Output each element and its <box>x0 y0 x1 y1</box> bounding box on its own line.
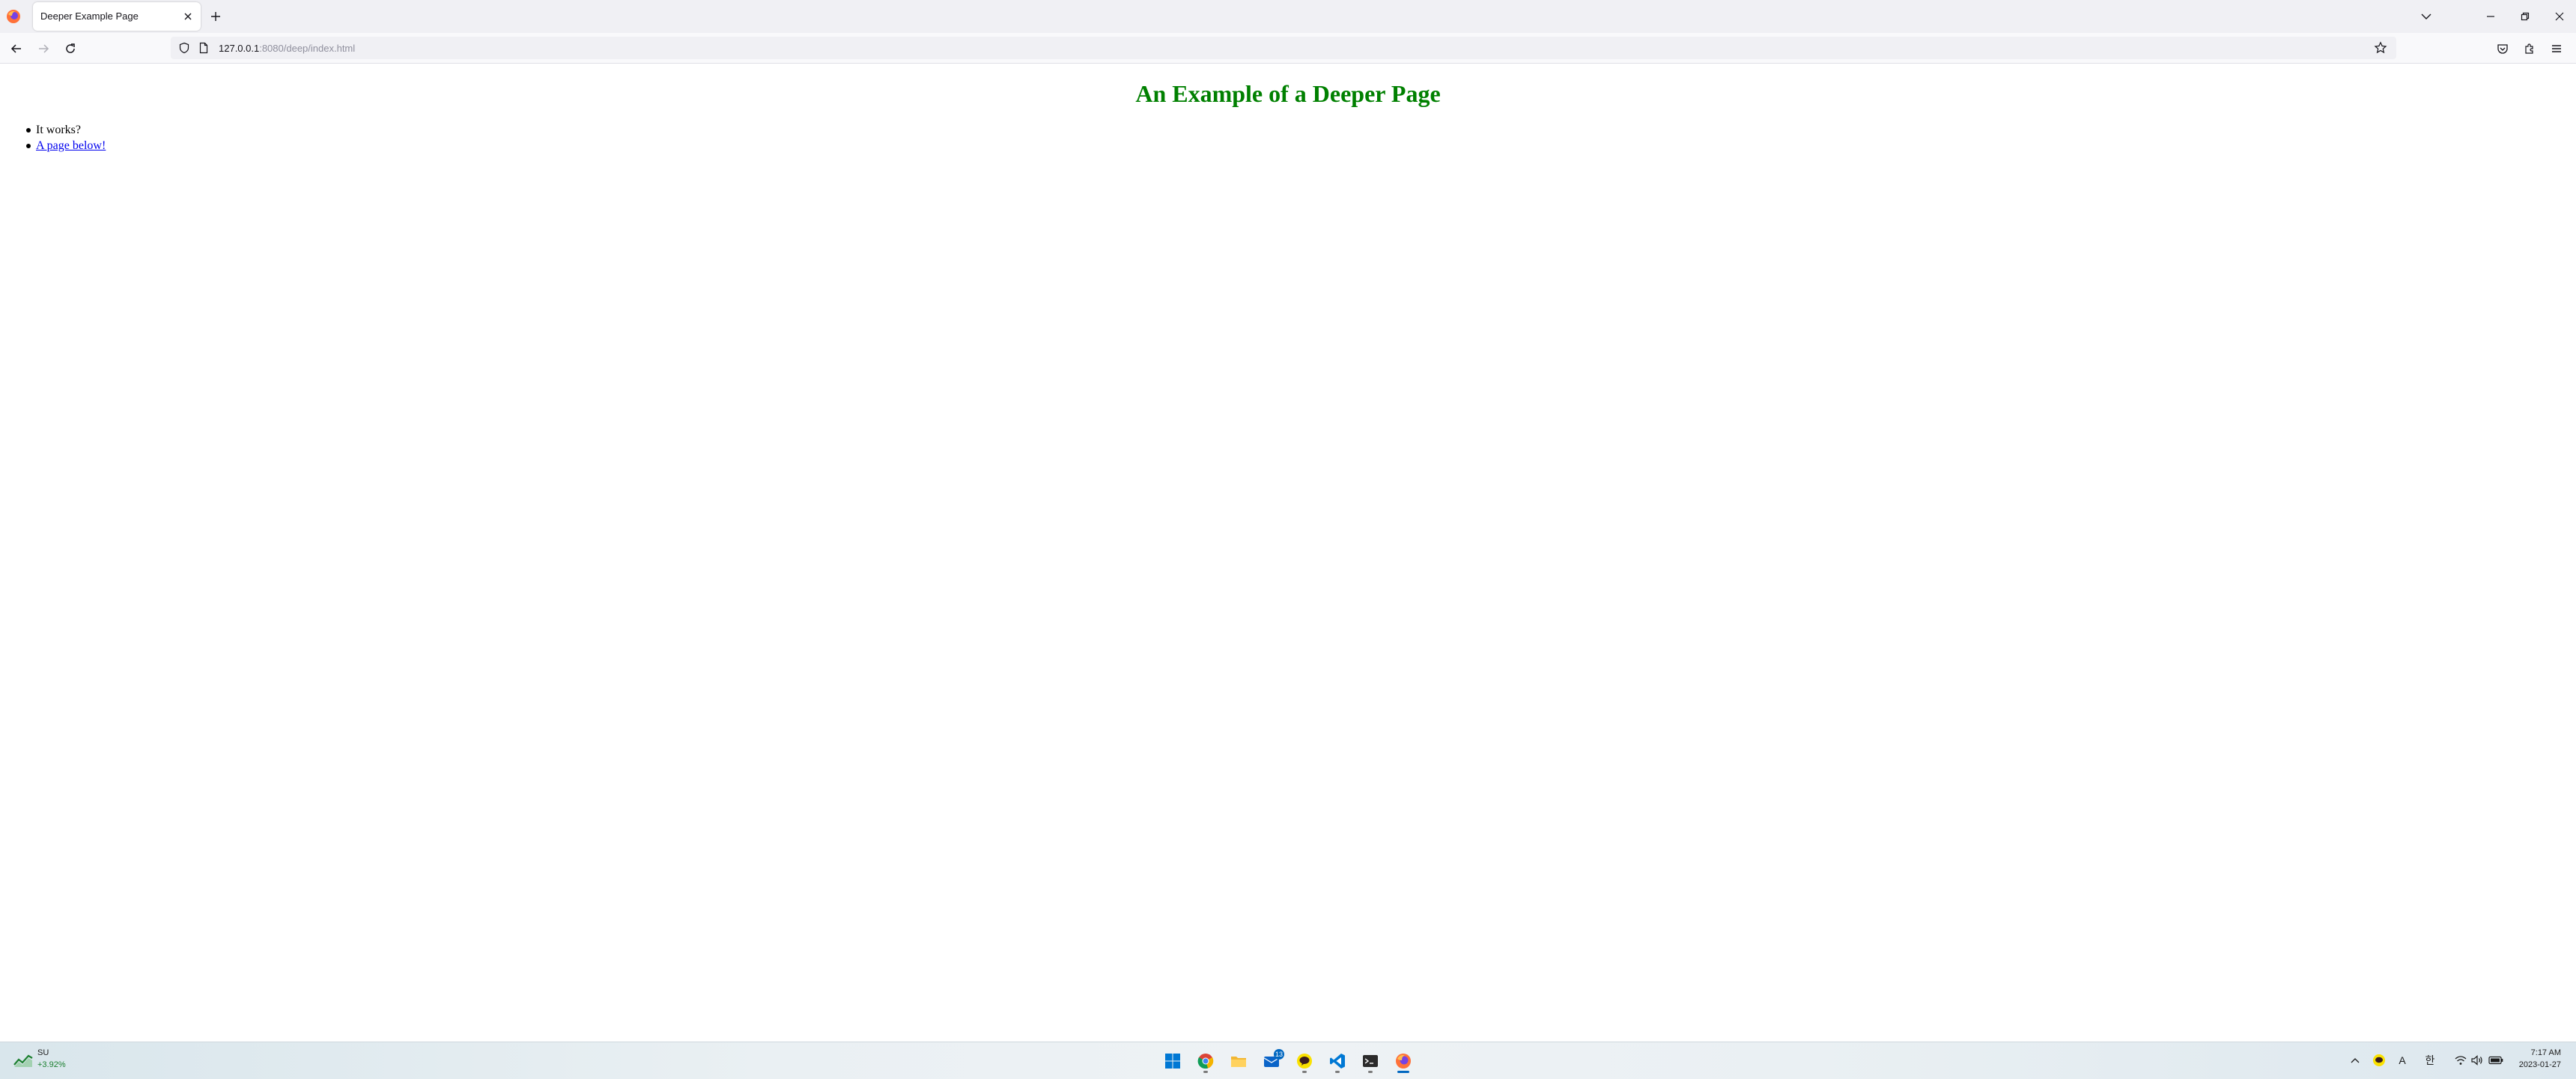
stock-change[interactable]: +3.92% <box>37 1060 66 1069</box>
page-list: It works? A page below! <box>25 122 106 154</box>
wifi-icon[interactable] <box>2453 1053 2468 1068</box>
minimize-icon[interactable] <box>2476 6 2506 27</box>
tab-deeper-example-page[interactable]: Deeper Example Page <box>33 2 201 31</box>
running-indicator <box>1302 1071 1307 1073</box>
tab-strip: Deeper Example Page <box>0 0 2576 33</box>
clock-date[interactable]: 2023-01-27 <box>2519 1060 2561 1069</box>
ime-mode-indicator[interactable]: A <box>2395 1053 2410 1068</box>
hamburger-menu-icon[interactable] <box>2546 38 2567 59</box>
unread-count-badge: 13 <box>1274 1049 1284 1060</box>
page-below-link[interactable]: A page below! <box>36 139 106 152</box>
active-indicator <box>1397 1071 1409 1073</box>
chrome-icon[interactable] <box>1193 1048 1218 1074</box>
terminal-icon[interactable] <box>1358 1048 1383 1074</box>
list-item-text: It works? <box>36 124 81 136</box>
firefox-taskbar-icon[interactable] <box>1391 1048 1416 1074</box>
bookmark-star-icon[interactable] <box>2374 41 2387 55</box>
new-tab-icon[interactable] <box>207 7 225 25</box>
close-tab-icon[interactable] <box>180 8 196 25</box>
browser-window: Deeper Example Page 127.0.0.1:8080/deep/… <box>0 0 2576 1079</box>
forward-icon[interactable] <box>33 38 54 59</box>
back-icon[interactable] <box>6 38 27 59</box>
stock-ticker[interactable]: SU <box>37 1048 49 1057</box>
close-window-icon[interactable] <box>2545 6 2575 27</box>
page-info-icon[interactable] <box>198 42 210 54</box>
url-text[interactable]: 127.0.0.1:8080/deep/index.html <box>219 43 355 54</box>
file-explorer-icon[interactable] <box>1226 1048 1251 1074</box>
volume-icon[interactable] <box>2470 1053 2485 1068</box>
navigation-toolbar: 127.0.0.1:8080/deep/index.html <box>0 33 2576 64</box>
page-heading: An Example of a Deeper Page <box>1135 80 1441 107</box>
running-indicator <box>1335 1071 1340 1073</box>
restore-icon[interactable] <box>2510 6 2540 27</box>
clock-time[interactable]: 7:17 AM <box>2531 1048 2561 1057</box>
reload-icon[interactable] <box>60 38 81 59</box>
extensions-icon[interactable] <box>2519 38 2540 59</box>
windows-taskbar: SU +3.92% 13 A 한 7:17 AM 2023-01-27 <box>0 1042 2576 1079</box>
list-item: It works? <box>25 122 106 138</box>
page-content: An Example of a Deeper Page It works? A … <box>0 64 2576 1042</box>
korean-ime-indicator[interactable]: 한 <box>2422 1053 2438 1068</box>
running-indicator <box>1368 1071 1373 1073</box>
start-menu-icon[interactable] <box>1160 1048 1185 1074</box>
tab-title: Deeper Example Page <box>40 10 139 22</box>
url-host: 127.0.0.1 <box>219 43 260 54</box>
vscode-icon[interactable] <box>1325 1048 1350 1074</box>
list-item: A page below! <box>25 138 106 154</box>
list-all-tabs-icon[interactable] <box>2411 6 2441 27</box>
show-hidden-icons-chevron-icon[interactable] <box>2348 1053 2362 1068</box>
kakaotalk-icon[interactable] <box>1292 1048 1317 1074</box>
kakaotalk-tray-icon[interactable] <box>2371 1053 2387 1068</box>
mail-icon[interactable]: 13 <box>1259 1048 1284 1074</box>
address-bar[interactable]: 127.0.0.1:8080/deep/index.html <box>171 37 2396 59</box>
battery-icon[interactable] <box>2488 1053 2504 1068</box>
firefox-icon[interactable] <box>6 9 21 24</box>
tracking-protection-shield-icon[interactable] <box>178 42 190 54</box>
url-path: :8080/deep/index.html <box>259 43 356 54</box>
running-indicator <box>1203 1071 1208 1073</box>
stock-chart-icon[interactable] <box>13 1053 33 1068</box>
pocket-icon[interactable] <box>2492 38 2513 59</box>
